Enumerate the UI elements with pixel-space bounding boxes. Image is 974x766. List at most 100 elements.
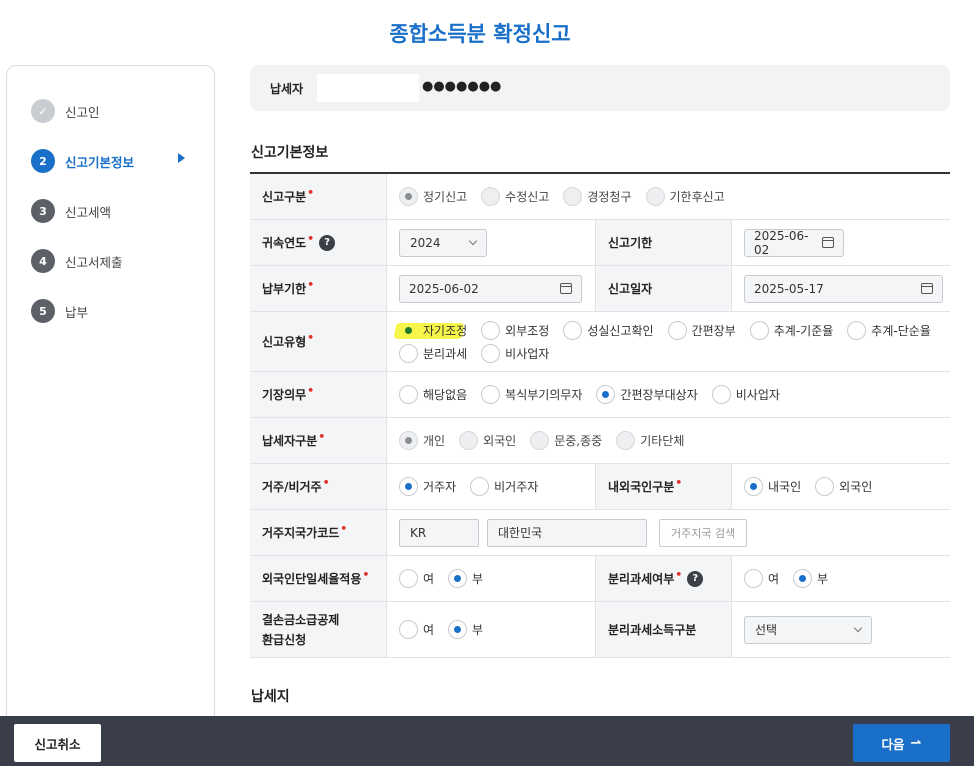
field-label: 납세자구분 • <box>250 418 387 463</box>
country-cell: KR 대한민국 거주지국 검색 <box>387 510 748 555</box>
country-search-button[interactable]: 거주지국 검색 <box>659 518 748 547</box>
taxpayer-masked-id: ●●●●●●● <box>422 79 502 94</box>
row-report-kind: 신고유형 • 자기조정 외부조정 성실신고확인 간편장부 추계-기준율 추계-단순… <box>250 312 950 372</box>
radio-non-business[interactable]: 비사업자 <box>481 343 549 363</box>
radio-individual[interactable]: 개인 <box>399 431 445 450</box>
radio-no[interactable]: 부 <box>793 569 828 588</box>
year-select[interactable]: 2024 <box>399 228 487 257</box>
help-icon[interactable]: ? <box>319 234 336 251</box>
radio-korean[interactable]: 내국인 <box>744 477 801 496</box>
field-label: 기장의무 • <box>250 372 387 417</box>
radio-no[interactable]: 부 <box>448 620 483 639</box>
field-label: 귀속연도 •? <box>250 220 387 265</box>
row-pay-deadline: 납부기한 • 2025-06-02 신고일자 2025-05-17 <box>250 266 950 312</box>
radio-self-adjust[interactable]: 자기조정 <box>399 321 467 340</box>
calendar-icon[interactable] <box>822 237 834 248</box>
radio-estimate-standard[interactable]: 추계-기준율 <box>749 320 833 340</box>
section-title-basic: 신고기본정보 <box>251 145 329 161</box>
basic-info-form: 신고구분 • 정기신고 수정신고 경정청구 기한후신고 귀속연도 •? 2024 신… <box>250 172 950 658</box>
field-label: 신고일자 <box>595 266 732 311</box>
field-label: 납부기한 • <box>250 266 387 311</box>
radio-no[interactable]: 부 <box>448 569 483 588</box>
radio-non-resident[interactable]: 비거주자 <box>470 477 538 496</box>
radio-double-entry[interactable]: 복식부기의무자 <box>481 385 582 404</box>
separate-income-cell: 선택 <box>732 602 872 657</box>
radio-foreign[interactable]: 외국인 <box>815 477 872 496</box>
step-item-basic-info[interactable]: 2 신고기본정보 <box>31 148 134 174</box>
row-bookkeeping: 기장의무 • 해당없음 복식부기의무자 간편장부대상자 비사업자 <box>250 372 950 418</box>
step-number: 2 <box>31 149 55 173</box>
taxpayer-box: 납세자 ●●●●●●● <box>250 65 950 111</box>
step-item-payment[interactable]: 5 납부 <box>31 298 88 324</box>
chevron-down-icon <box>468 236 478 245</box>
separate-income-select[interactable]: 선택 <box>744 615 872 644</box>
country-code-field[interactable]: KR <box>399 518 479 547</box>
step-item-applicant[interactable]: ✓ 신고인 <box>31 98 100 124</box>
field-label: 거주/비거주 • <box>250 464 387 509</box>
row-residency: 거주/비거주 • 거주자 비거주자 내외국인구분 • 내국인 외국인 <box>250 464 950 510</box>
step-number: 3 <box>31 199 55 223</box>
step-number: 4 <box>31 249 55 273</box>
country-name-field[interactable]: 대한민국 <box>487 518 647 547</box>
step-sidebar: ✓ 신고인 2 신고기본정보 3 신고세액 4 신고서제출 5 납부 <box>6 65 215 745</box>
radio-estimate-simple[interactable]: 추계-단순율 <box>847 320 931 340</box>
help-icon[interactable]: ? <box>687 570 704 587</box>
radio-other-group[interactable]: 기타단체 <box>616 431 684 450</box>
field-label: 분리과세여부 •? <box>595 556 732 601</box>
radio-foreigner[interactable]: 외국인 <box>459 431 516 450</box>
arrow-right-icon: ⇀ <box>910 735 922 751</box>
radio-yes[interactable]: 여 <box>744 569 779 588</box>
separate-tax-options: 여 부 <box>732 556 842 601</box>
radio-external-adjust[interactable]: 외부조정 <box>481 320 549 340</box>
step-number: 5 <box>31 299 55 323</box>
deadline-date-field[interactable]: 2025-06-02 <box>744 228 844 257</box>
radio-resident[interactable]: 거주자 <box>399 477 456 496</box>
page-title: 종합소득분 확정신고 <box>389 22 571 46</box>
pay-deadline-cell: 2025-06-02 <box>387 266 582 311</box>
radio-none[interactable]: 해당없음 <box>399 385 467 404</box>
radio-amended[interactable]: 수정신고 <box>481 187 549 206</box>
radio-yes[interactable]: 여 <box>399 569 434 588</box>
calendar-icon[interactable] <box>560 283 572 294</box>
radio-separate-tax[interactable]: 분리과세 <box>399 343 467 363</box>
row-country-code: 거주지국가코드 • KR 대한민국 거주지국 검색 <box>250 510 950 556</box>
radio-yes[interactable]: 여 <box>399 620 434 639</box>
foreign-flat-options: 여 부 <box>387 556 497 601</box>
year-cell: 2024 <box>387 220 487 265</box>
bottom-action-bar: 신고취소 다음 ⇀ <box>0 716 974 766</box>
next-label: 다음 <box>881 736 905 752</box>
field-label: 내외국인구분 • <box>595 464 732 509</box>
field-label: 거주지국가코드 • <box>250 510 387 555</box>
radio-correction[interactable]: 경정청구 <box>563 187 632 206</box>
row-taxpayer-type: 납세자구분 • 개인 외국인 문중,종중 기타단체 <box>250 418 950 464</box>
taxpayer-masked-area <box>317 74 419 102</box>
radio-clan[interactable]: 문중,종중 <box>530 431 602 450</box>
current-step-arrow-icon <box>178 153 185 163</box>
field-label: 결손금소급공제 환급신청 <box>250 602 387 657</box>
cancel-report-button[interactable]: 신고취소 <box>14 724 101 762</box>
loss-refund-options: 여 부 <box>387 602 497 657</box>
deadline-cell: 2025-06-02 <box>732 220 844 265</box>
report-date-field[interactable]: 2025-05-17 <box>744 274 943 303</box>
step-item-tax-amount[interactable]: 3 신고세액 <box>31 198 111 224</box>
radio-non-business[interactable]: 비사업자 <box>711 385 780 404</box>
step-label: 납부 <box>65 304 89 320</box>
report-kind-options: 자기조정 외부조정 성실신고확인 간편장부 추계-기준율 추계-단순율 분리과세… <box>387 312 947 371</box>
radio-late[interactable]: 기한후신고 <box>645 187 725 206</box>
radio-simple-book[interactable]: 간편장부 <box>667 320 736 340</box>
chevron-down-icon <box>853 623 863 632</box>
radio-regular[interactable]: 정기신고 <box>399 187 467 206</box>
next-button[interactable]: 다음 ⇀ <box>853 724 950 762</box>
field-label: 신고구분 • <box>250 174 387 219</box>
step-label: 신고인 <box>65 104 100 120</box>
pay-deadline-date-field[interactable]: 2025-06-02 <box>399 274 582 303</box>
radio-sincere-report[interactable]: 성실신고확인 <box>563 320 654 340</box>
calendar-icon[interactable] <box>921 283 933 294</box>
radio-simple-book-target[interactable]: 간편장부대상자 <box>596 385 698 404</box>
bookkeeping-options: 해당없음 복식부기의무자 간편장부대상자 비사업자 <box>387 372 794 417</box>
row-loss-refund: 결손금소급공제 환급신청 여 부 분리과세소득구분 선택 <box>250 602 950 658</box>
residency-options: 거주자 비거주자 <box>387 464 552 509</box>
field-label: 외국인단일세율적용 • <box>250 556 387 601</box>
step-item-submit[interactable]: 4 신고서제출 <box>31 248 123 274</box>
field-label: 신고기한 <box>595 220 732 265</box>
